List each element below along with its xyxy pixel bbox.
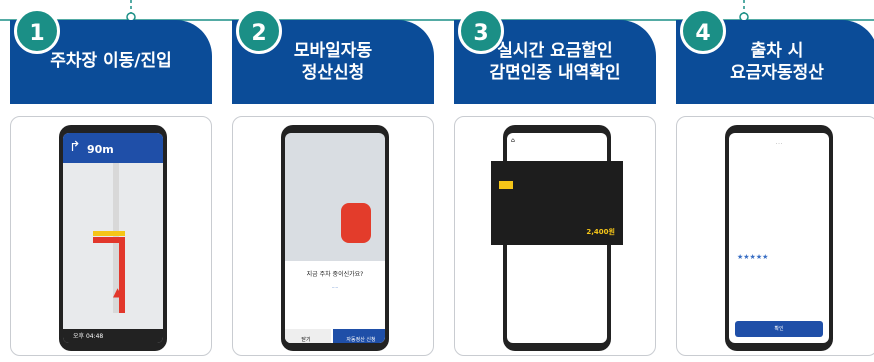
step-2: 모바일자동 정산신청 2 지금 주차 중이신가요? ····· 닫기 자동정산 …	[232, 0, 434, 362]
step-card: ⌂ 2,400원	[454, 116, 656, 356]
step-number-badge: 3	[458, 8, 504, 54]
confirm-button[interactable]: 확인	[735, 321, 823, 337]
rating-stars-icon: ★★★★★	[737, 253, 769, 261]
step-number-badge: 4	[680, 8, 726, 54]
parking-badge	[499, 181, 513, 189]
arrow-turn-icon: ↱	[69, 139, 81, 155]
step-card: · · · ★★★★★ 확인	[676, 116, 874, 356]
time-label: 오후 04:48	[73, 333, 104, 340]
step-1: 주차장 이동/진입 1 ↱ 90m ▲ 오후 04:48	[10, 0, 212, 362]
phone-mockup: · · · ★★★★★ 확인	[725, 125, 833, 351]
phone-mockup: ↱ 90m ▲ 오후 04:48	[59, 125, 167, 351]
phone-mockup: 지금 주차 중이신가요? ····· 닫기 자동정산 신청	[281, 125, 389, 351]
fee-panel: 2,400원	[491, 161, 623, 245]
navigation-arrow-icon: ▲	[113, 285, 123, 299]
total-fee: 2,400원	[586, 228, 615, 236]
mascot-icon	[341, 203, 371, 243]
step-4: 출차 시 요금자동정산 4 · · · ★★★★★ 확인	[676, 0, 874, 362]
step-number-badge: 1	[14, 8, 60, 54]
home-icon: ⌂	[511, 137, 515, 144]
step-card: 지금 주차 중이신가요? ····· 닫기 자동정산 신청	[232, 116, 434, 356]
step-3: 실시간 요금할인 감면인증 내역확인 3 ⌂ 2,400원	[454, 0, 656, 362]
distance-label: 90m	[87, 143, 114, 156]
close-button[interactable]: 닫기	[285, 329, 331, 343]
auto-pay-button[interactable]: 자동정산 신청	[333, 329, 385, 343]
step-number-badge: 2	[236, 8, 282, 54]
step-card: ↱ 90m ▲ 오후 04:48	[10, 116, 212, 356]
dialog-title: 지금 주차 중이신가요?	[306, 271, 364, 278]
